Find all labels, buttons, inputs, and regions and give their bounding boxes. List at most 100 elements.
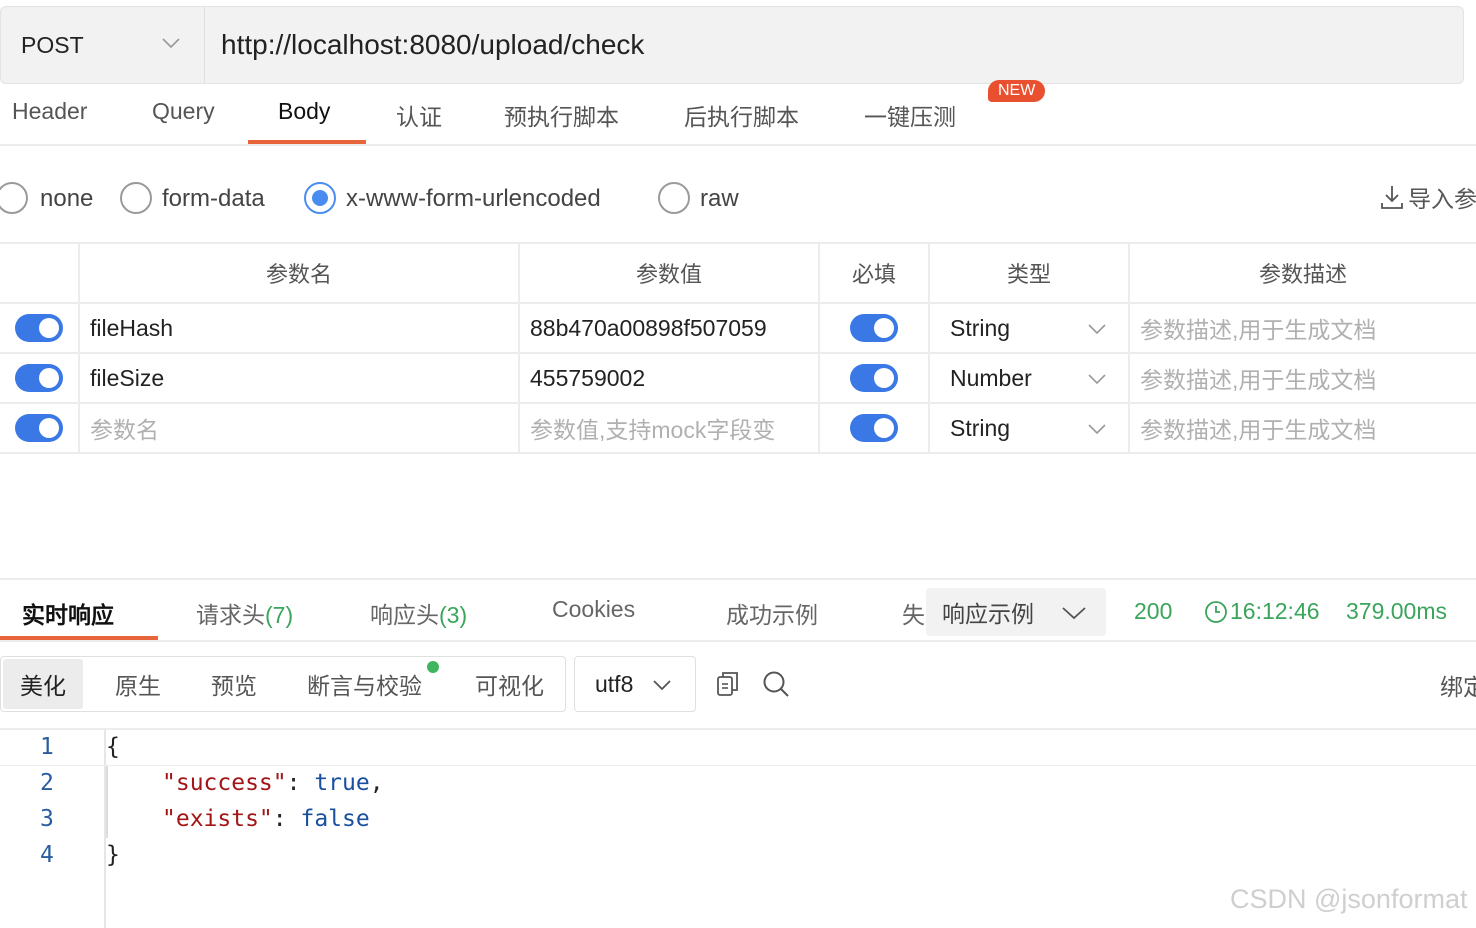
enable-toggle[interactable] (15, 314, 63, 342)
tab-failure-example[interactable]: 失 (902, 596, 925, 630)
required-toggle[interactable] (850, 364, 898, 392)
json-sep: : (272, 806, 301, 832)
visualize-button[interactable]: 可视化 (475, 659, 544, 709)
radio-none[interactable] (0, 182, 28, 214)
encoding-value: utf8 (595, 670, 634, 697)
param-name-input[interactable]: fileHash (80, 304, 520, 352)
header-param-value: 参数值 (520, 244, 820, 302)
param-name-input[interactable]: fileSize (80, 354, 520, 402)
radio-label-form-data: form-data (162, 185, 265, 212)
status-dot (427, 661, 439, 673)
bind-button[interactable]: 绑定 (1440, 668, 1476, 702)
header-toggle-col (0, 244, 80, 302)
response-time: 16:12:46 (1230, 598, 1320, 624)
chevron-down-icon (1088, 424, 1106, 435)
type-select[interactable]: String (930, 304, 1130, 352)
response-example-select[interactable]: 响应示例 (926, 588, 1106, 636)
code-line: 1 { (0, 730, 1476, 766)
json-comma: , (369, 770, 384, 796)
required-cell (820, 304, 930, 352)
table-row: fileHash 88b470a00898f507059 String 参数描述… (0, 304, 1476, 354)
type-value: String (950, 414, 1011, 441)
json-sep: : (286, 770, 315, 796)
chevron-down-icon (1088, 374, 1106, 385)
line-number: 4 (40, 842, 54, 868)
row-toggle-cell (0, 304, 80, 352)
type-select[interactable]: Number (930, 354, 1130, 402)
tab-header[interactable]: Header (12, 98, 87, 125)
count-badge: (3) (439, 602, 468, 628)
param-value-input[interactable]: 参数值,支持mock字段变 (520, 404, 820, 452)
required-cell (820, 354, 930, 402)
code-line: 3 "exists": false (0, 802, 1476, 838)
method-select[interactable]: POST (1, 7, 205, 83)
row-toggle-cell (0, 354, 80, 402)
type-value: String (950, 314, 1011, 341)
assertion-button[interactable]: 断言与校验 (307, 659, 422, 709)
chevron-down-icon (1088, 324, 1106, 335)
tab-auth[interactable]: 认证 (396, 98, 442, 132)
url-input[interactable]: http://localhost:8080/upload/check (205, 29, 644, 61)
line-number: 2 (40, 770, 54, 796)
radio-label-urlencoded: x-www-form-urlencoded (346, 185, 601, 212)
type-value: Number (950, 364, 1032, 391)
tab-success-example[interactable]: 成功示例 (726, 596, 818, 630)
tab-request-headers[interactable]: 请求头(7) (196, 596, 293, 630)
tab-query[interactable]: Query (152, 98, 215, 125)
copy-icon[interactable] (716, 670, 740, 698)
radio-form-data[interactable] (120, 182, 152, 214)
code-text: "success": true, (162, 770, 384, 796)
chevron-down-icon (162, 38, 180, 49)
response-example-label: 响应示例 (942, 601, 1034, 627)
code-text: { (106, 734, 120, 760)
param-description-input[interactable]: 参数描述,用于生成文档 (1130, 404, 1476, 452)
required-toggle[interactable] (850, 314, 898, 342)
chevron-down-icon (653, 680, 671, 691)
param-name-input[interactable]: 参数名 (80, 404, 520, 452)
json-value: true (314, 770, 370, 796)
search-icon[interactable] (762, 670, 790, 698)
url-bar: POST http://localhost:8080/upload/check (0, 6, 1464, 84)
header-type: 类型 (930, 244, 1130, 302)
param-description-input[interactable]: 参数描述,用于生成文档 (1130, 354, 1476, 402)
params-table: 参数名 参数值 必填 类型 参数描述 fileHash 88b470a00898… (0, 242, 1476, 454)
raw-button[interactable]: 原生 (115, 659, 161, 709)
format-toolbar: 美化 原生 预览 断言与校验 可视化 utf8 绑定 (0, 656, 1476, 712)
param-description-input[interactable]: 参数描述,用于生成文档 (1130, 304, 1476, 352)
table-row: 参数名 参数值,支持mock字段变 String 参数描述,用于生成文档 (0, 404, 1476, 454)
json-key: "exists" (162, 806, 273, 832)
radio-label-raw: raw (700, 185, 739, 212)
tab-pre-script[interactable]: 预执行脚本 (504, 98, 619, 132)
encoding-select[interactable]: utf8 (574, 656, 696, 712)
header-description: 参数描述 (1258, 262, 1347, 287)
table-row: fileSize 455759002 Number 参数描述,用于生成文档 (0, 354, 1476, 404)
import-label: 导入参 (1408, 186, 1476, 212)
enable-toggle[interactable] (15, 414, 63, 442)
watermark: CSDN @jsonformat (1230, 884, 1468, 914)
type-select[interactable]: String (930, 404, 1130, 452)
clock-icon (1205, 601, 1227, 623)
param-value-input[interactable]: 88b470a00898f507059 (520, 304, 820, 352)
preview-button[interactable]: 预览 (211, 659, 257, 709)
tab-post-script[interactable]: 后执行脚本 (684, 98, 799, 132)
tab-label: 请求头 (196, 602, 265, 628)
view-mode-group: 美化 原生 预览 断言与校验 可视化 (0, 656, 566, 712)
active-tab-indicator (248, 140, 366, 144)
required-toggle[interactable] (850, 414, 898, 442)
body-type-selector: none form-data x-www-form-urlencoded raw… (0, 176, 1476, 224)
param-value-input[interactable]: 455759002 (520, 354, 820, 402)
tab-response-headers[interactable]: 响应头(3) (370, 596, 467, 630)
tab-cookies[interactable]: Cookies (552, 596, 635, 623)
required-cell (820, 404, 930, 452)
code-line: 4 } (0, 838, 1476, 874)
radio-raw[interactable] (658, 182, 690, 214)
tab-live-response[interactable]: 实时响应 (22, 596, 114, 630)
enable-toggle[interactable] (15, 364, 63, 392)
beautify-button[interactable]: 美化 (3, 659, 83, 709)
tab-body[interactable]: Body (278, 98, 330, 125)
json-value: false (300, 806, 370, 832)
response-duration: 379.00ms (1346, 598, 1448, 624)
radio-urlencoded[interactable] (304, 182, 336, 214)
tab-load-test[interactable]: 一键压测 (864, 98, 956, 132)
import-params-button[interactable]: 导入参 (1380, 180, 1476, 214)
